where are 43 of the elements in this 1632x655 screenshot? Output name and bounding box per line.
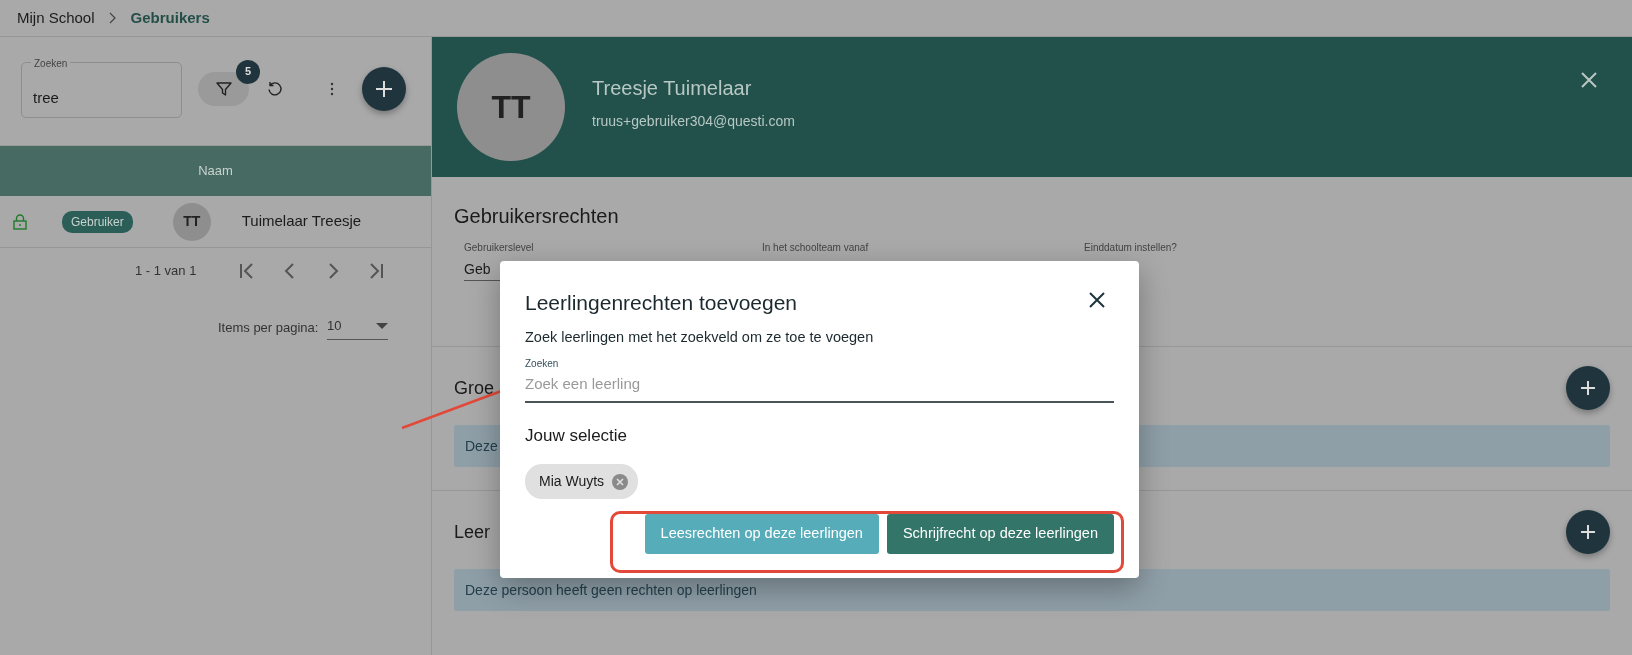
dropdown-caret-icon bbox=[376, 322, 388, 329]
field-label: Zoeken bbox=[525, 357, 560, 372]
selection-chip[interactable]: Mia Wuyts bbox=[525, 464, 639, 500]
section-title: Gebruikersrechten bbox=[454, 204, 620, 229]
plus-icon bbox=[1580, 524, 1596, 540]
close-icon bbox=[1580, 71, 1598, 89]
plus-icon bbox=[375, 79, 393, 98]
kebab-icon bbox=[330, 81, 334, 96]
reset-icon bbox=[266, 79, 284, 98]
user-email: truus+gebruiker304@questi.com bbox=[592, 111, 795, 131]
page-range: 1 - 1 van 1 bbox=[135, 262, 198, 281]
field-label: Einddatum instellen? bbox=[1084, 241, 1178, 255]
field-label: Gebruikerslevel bbox=[464, 241, 535, 255]
plus-icon bbox=[1580, 380, 1596, 396]
reset-button[interactable] bbox=[266, 79, 284, 98]
remove-icon[interactable] bbox=[612, 473, 629, 490]
add-button[interactable] bbox=[362, 66, 406, 111]
field-label: In het schoolteam vanaf bbox=[762, 241, 870, 255]
close-button[interactable] bbox=[1088, 291, 1106, 309]
user-name[interactable]: Tuimelaar Treesje bbox=[241, 210, 362, 233]
chevron-right-icon bbox=[108, 12, 117, 24]
filter-icon bbox=[214, 80, 233, 99]
add-button[interactable] bbox=[1566, 510, 1610, 554]
dialog-title: Leerlingenrechten toevoegen bbox=[525, 290, 798, 316]
user-name: Treesje Tuimelaar bbox=[592, 75, 753, 101]
role-badge: Gebruiker bbox=[62, 210, 133, 233]
breadcrumb-link[interactable]: Mijn School bbox=[17, 6, 95, 30]
lock-icon bbox=[13, 213, 27, 230]
column-header: Naam bbox=[198, 162, 233, 181]
close-icon bbox=[1088, 291, 1106, 309]
add-button[interactable] bbox=[1566, 366, 1610, 410]
avatar: TT bbox=[172, 202, 211, 241]
current-page-label: Gebruikers bbox=[130, 7, 210, 28]
dialog-subtitle: Zoek leerlingen met het zoekveld om ze toe te voegen bbox=[525, 327, 875, 347]
selection-title: Jouw selectie bbox=[525, 424, 629, 447]
avatar: TT bbox=[457, 53, 565, 161]
section-title: Leer bbox=[454, 520, 491, 544]
items-per-page-label: Items per pagina: bbox=[218, 319, 320, 337]
more-button[interactable] bbox=[330, 81, 334, 96]
page-size-select[interactable]: 10 bbox=[327, 316, 388, 340]
action-button[interactable]: Schrijfrecht op deze leerlingen bbox=[886, 514, 1114, 555]
count-badge: 5 bbox=[236, 59, 260, 84]
section-title: Groe bbox=[454, 376, 495, 400]
